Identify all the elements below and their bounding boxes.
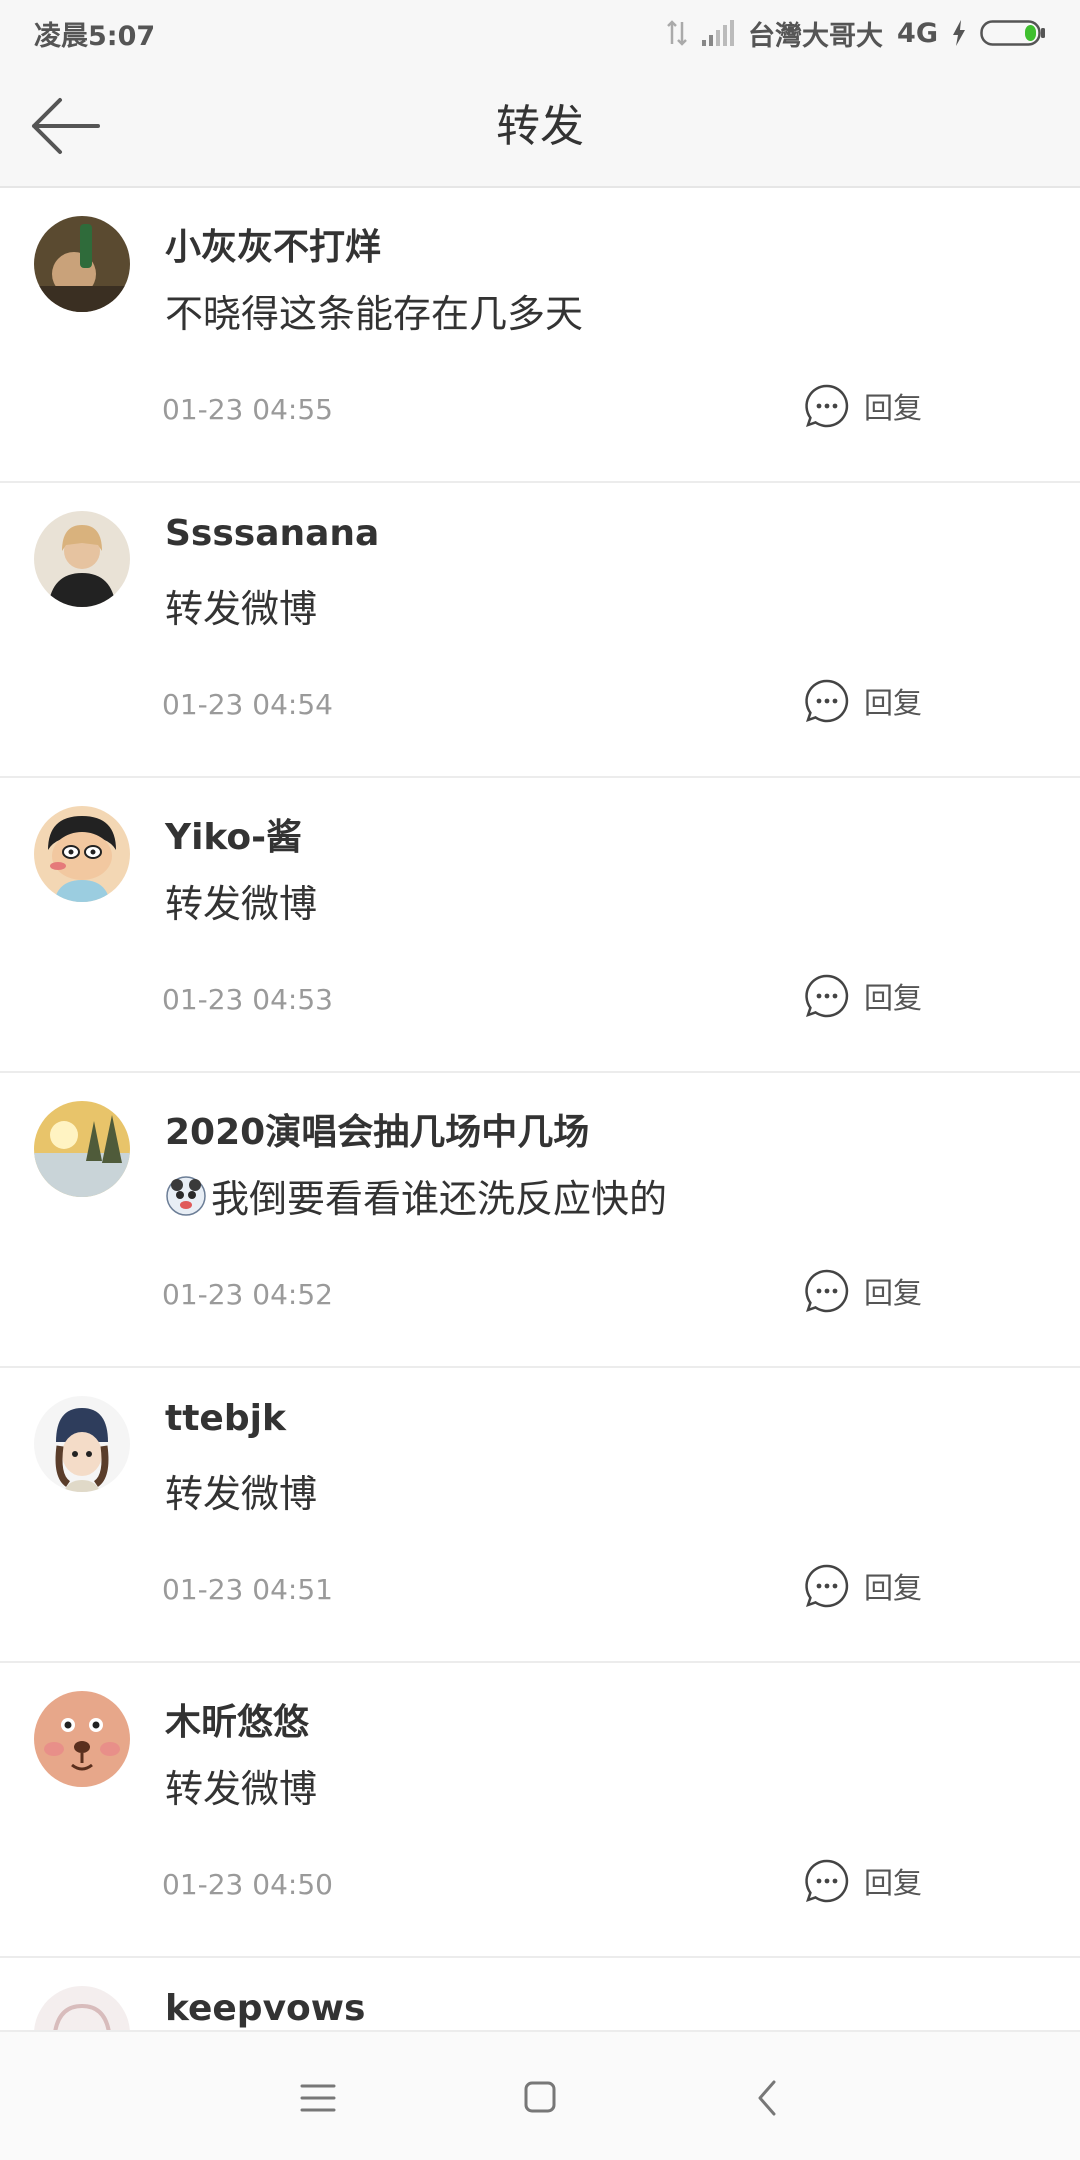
reply-label: 回复 xyxy=(864,391,923,425)
title-bar: 转发 xyxy=(0,66,1080,188)
timestamp: 01-23 04:53 xyxy=(162,983,333,1016)
back-button[interactable] xyxy=(30,96,110,160)
avatar[interactable] xyxy=(34,806,130,902)
avatar[interactable] xyxy=(34,511,130,607)
timestamp: 01-23 04:55 xyxy=(162,393,333,426)
timestamp: 01-23 04:50 xyxy=(162,1868,333,1901)
repost-text: 转发微博 xyxy=(165,1767,318,1811)
repost-text: 转发微博 xyxy=(165,1472,318,1516)
status-time: 凌晨5:07 xyxy=(34,20,156,52)
status-right: 台灣大哥大 4G xyxy=(666,14,1046,53)
repost-content: 不晓得这条能存在几多天 xyxy=(165,283,583,338)
repost-content: 转发微博 xyxy=(165,578,317,633)
comment-bubble-icon xyxy=(804,678,850,724)
menu-icon xyxy=(288,2070,348,2126)
repost-list[interactable]: 小灰灰不打烊 不晓得这条能存在几多天 01-23 04:55 回复 Ssssan… xyxy=(0,188,1080,2030)
repost-content: 转发微博 xyxy=(165,1463,317,1518)
timestamp: 01-23 04:51 xyxy=(162,1573,333,1606)
charging-bolt-icon xyxy=(952,20,966,46)
back-chevron-icon xyxy=(738,2070,798,2126)
repost-text: 转发微博 xyxy=(165,882,318,926)
list-item[interactable]: 小灰灰不打烊 不晓得这条能存在几多天 01-23 04:55 回复 xyxy=(0,188,1080,483)
avatar[interactable] xyxy=(34,1101,130,1197)
reply-label: 回复 xyxy=(864,1276,923,1310)
list-item[interactable]: ttebjk 转发微博 01-23 04:51 回复 xyxy=(0,1368,1080,1663)
repost-text: 不晓得这条能存在几多天 xyxy=(165,292,584,336)
back-arrow-icon xyxy=(30,98,100,160)
reply-label: 回复 xyxy=(864,686,923,720)
comment-bubble-icon xyxy=(804,973,850,1019)
timestamp: 01-23 04:52 xyxy=(162,1278,333,1311)
avatar[interactable] xyxy=(34,1396,130,1492)
menu-button[interactable] xyxy=(288,2070,348,2126)
reply-button[interactable]: 回复 xyxy=(804,970,922,1022)
username[interactable]: Ssssanana xyxy=(165,513,379,554)
repost-content: 我倒要看看谁还洗反应快的 xyxy=(165,1168,667,1223)
reply-button[interactable]: 回复 xyxy=(804,1855,922,1907)
repost-text: 我倒要看看谁还洗反应快的 xyxy=(211,1177,668,1221)
avatar[interactable] xyxy=(34,1691,130,1787)
username[interactable]: 小灰灰不打烊 xyxy=(165,218,381,270)
comment-bubble-icon xyxy=(804,383,850,429)
system-nav-bar xyxy=(0,2030,1080,2160)
list-item[interactable]: Yiko-酱 转发微博 01-23 04:53 回复 xyxy=(0,778,1080,1073)
avatar[interactable] xyxy=(34,216,130,312)
username[interactable]: ttebjk xyxy=(165,1398,286,1439)
avatar[interactable] xyxy=(34,1986,130,2030)
username[interactable]: 2020演唱会抽几场中几场 xyxy=(165,1103,589,1155)
system-back-button[interactable] xyxy=(738,2070,798,2126)
timestamp: 01-23 04:54 xyxy=(162,688,333,721)
reply-button[interactable]: 回复 xyxy=(804,380,922,432)
reply-label: 回复 xyxy=(864,981,923,1015)
home-button[interactable] xyxy=(510,2070,570,2126)
username[interactable]: 木昕悠悠 xyxy=(165,1693,309,1745)
battery-icon xyxy=(980,19,1046,47)
list-item[interactable]: 木昕悠悠 转发微博 01-23 04:50 回复 xyxy=(0,1663,1080,1958)
sticker-emoji-icon xyxy=(165,1175,207,1217)
signal-icon xyxy=(702,20,735,46)
reply-label: 回复 xyxy=(864,1571,923,1605)
list-item[interactable]: 2020演唱会抽几场中几场 我倒要看看谁还洗反应快的 01-23 04:52 回… xyxy=(0,1073,1080,1368)
reply-label: 回复 xyxy=(864,1866,923,1900)
status-bar: 凌晨5:07 台灣大哥大 4G xyxy=(0,0,1080,66)
network-type: 4G xyxy=(897,17,938,49)
reply-button[interactable]: 回复 xyxy=(804,1560,922,1612)
repost-text: 转发微博 xyxy=(165,587,318,631)
comment-bubble-icon xyxy=(804,1268,850,1314)
repost-content: 转发微博 xyxy=(165,873,317,928)
comment-bubble-icon xyxy=(804,1858,850,1904)
list-item[interactable]: keepvows xyxy=(0,1958,1080,2030)
home-square-icon xyxy=(510,2070,570,2126)
carrier-name: 台灣大哥大 xyxy=(748,20,884,52)
reply-button[interactable]: 回复 xyxy=(804,1265,922,1317)
reply-button[interactable]: 回复 xyxy=(804,675,922,727)
page-title: 转发 xyxy=(496,101,584,152)
list-item[interactable]: Ssssanana 转发微博 01-23 04:54 回复 xyxy=(0,483,1080,778)
username[interactable]: keepvows xyxy=(165,1988,365,2029)
comment-bubble-icon xyxy=(804,1563,850,1609)
repost-content: 转发微博 xyxy=(165,1758,317,1813)
username[interactable]: Yiko-酱 xyxy=(165,808,302,860)
data-transfer-icon xyxy=(666,20,688,46)
